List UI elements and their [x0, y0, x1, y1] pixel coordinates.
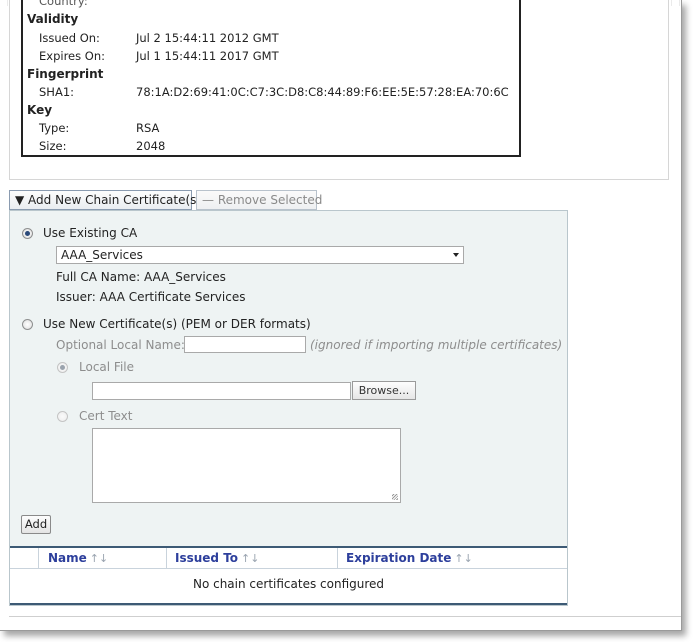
use-existing-ca-radio[interactable] — [22, 228, 33, 239]
issued-on-value: Jul 2 15:44:11 2012 GMT — [136, 31, 279, 45]
expires-on-label: Expires On: — [39, 49, 105, 63]
column-header-name[interactable]: Name ↑↓ — [48, 548, 108, 568]
key-heading: Key — [27, 103, 53, 117]
sha1-value: 78:1A:D2:69:41:0C:C7:3C:D8:C8:44:89:F6:E… — [136, 85, 509, 99]
cert-text-textarea[interactable] — [92, 428, 401, 503]
use-new-certificate-radio[interactable] — [22, 319, 33, 330]
divider — [9, 616, 681, 617]
cert-text-label: Cert Text — [79, 409, 133, 423]
local-file-input[interactable] — [92, 382, 351, 400]
existing-ca-selected-value: AAA_Services — [61, 248, 143, 262]
optional-local-name-input[interactable] — [184, 336, 306, 353]
resize-grip-icon[interactable] — [392, 494, 398, 500]
sha1-label: SHA1: — [39, 85, 75, 99]
sort-icon: ↑↓ — [454, 552, 473, 565]
certificate-details-box: Country: Validity Issued On: Jul 2 15:44… — [21, 0, 521, 157]
add-chain-certificate-panel: Use Existing CA AAA_Services Full CA Nam… — [9, 210, 568, 606]
browse-button[interactable]: Browse... — [352, 381, 416, 400]
column-divider — [337, 548, 338, 568]
optional-local-name-hint: (ignored if importing multiple certifica… — [310, 338, 563, 352]
column-divider — [166, 548, 167, 568]
key-type-value: RSA — [136, 121, 160, 135]
chain-certificates-table: Name ↑↓ Issued To ↑↓ Expiration Date ↑↓ No … — [10, 546, 567, 605]
cut-off-label: Country: — [39, 0, 88, 8]
expires-on-value: Jul 1 15:44:11 2017 GMT — [136, 49, 279, 63]
existing-ca-select[interactable]: AAA_Services — [56, 246, 464, 264]
sort-icon: ↑↓ — [241, 552, 260, 565]
column-divider — [38, 548, 39, 568]
key-size-value: 2048 — [136, 139, 166, 153]
validity-heading: Validity — [27, 12, 79, 26]
cert-text-radio[interactable] — [57, 411, 68, 422]
local-file-radio[interactable] — [57, 362, 68, 373]
issuer-name: Issuer: AAA Certificate Services — [56, 290, 246, 304]
certificate-details-panel: Country: Validity Issued On: Jul 2 15:44… — [9, 0, 669, 180]
sort-icon: ↑↓ — [89, 552, 109, 565]
issued-on-label: Issued On: — [39, 31, 100, 45]
empty-table-message: No chain certificates configured — [192, 577, 385, 591]
use-existing-ca-label: Use Existing CA — [43, 226, 138, 240]
column-header-issued-to[interactable]: Issued To ↑↓ — [175, 548, 259, 568]
add-button[interactable]: Add — [21, 515, 51, 534]
use-new-certificate-label: Use New Certificate(s) (PEM or DER forma… — [43, 317, 311, 331]
table-header: Name ↑↓ Issued To ↑↓ Expiration Date ↑↓ — [10, 548, 567, 569]
chevron-down-icon — [453, 253, 459, 257]
optional-local-name-label: Optional Local Name: — [56, 338, 185, 352]
window-frame: Country: Validity Issued On: Jul 2 15:44… — [0, 0, 682, 631]
key-type-label: Type: — [39, 121, 70, 135]
remove-selected-button[interactable]: — Remove Selected — [196, 190, 322, 210]
full-ca-name: Full CA Name: AAA_Services — [56, 270, 226, 284]
local-file-label: Local File — [79, 360, 134, 374]
fingerprint-heading: Fingerprint — [27, 67, 104, 81]
key-size-label: Size: — [39, 139, 67, 153]
add-new-chain-certificate-button[interactable]: ▼ Add New Chain Certificate(s) — [9, 190, 201, 210]
column-header-expiration-date[interactable]: Expiration Date ↑↓ — [346, 548, 473, 568]
